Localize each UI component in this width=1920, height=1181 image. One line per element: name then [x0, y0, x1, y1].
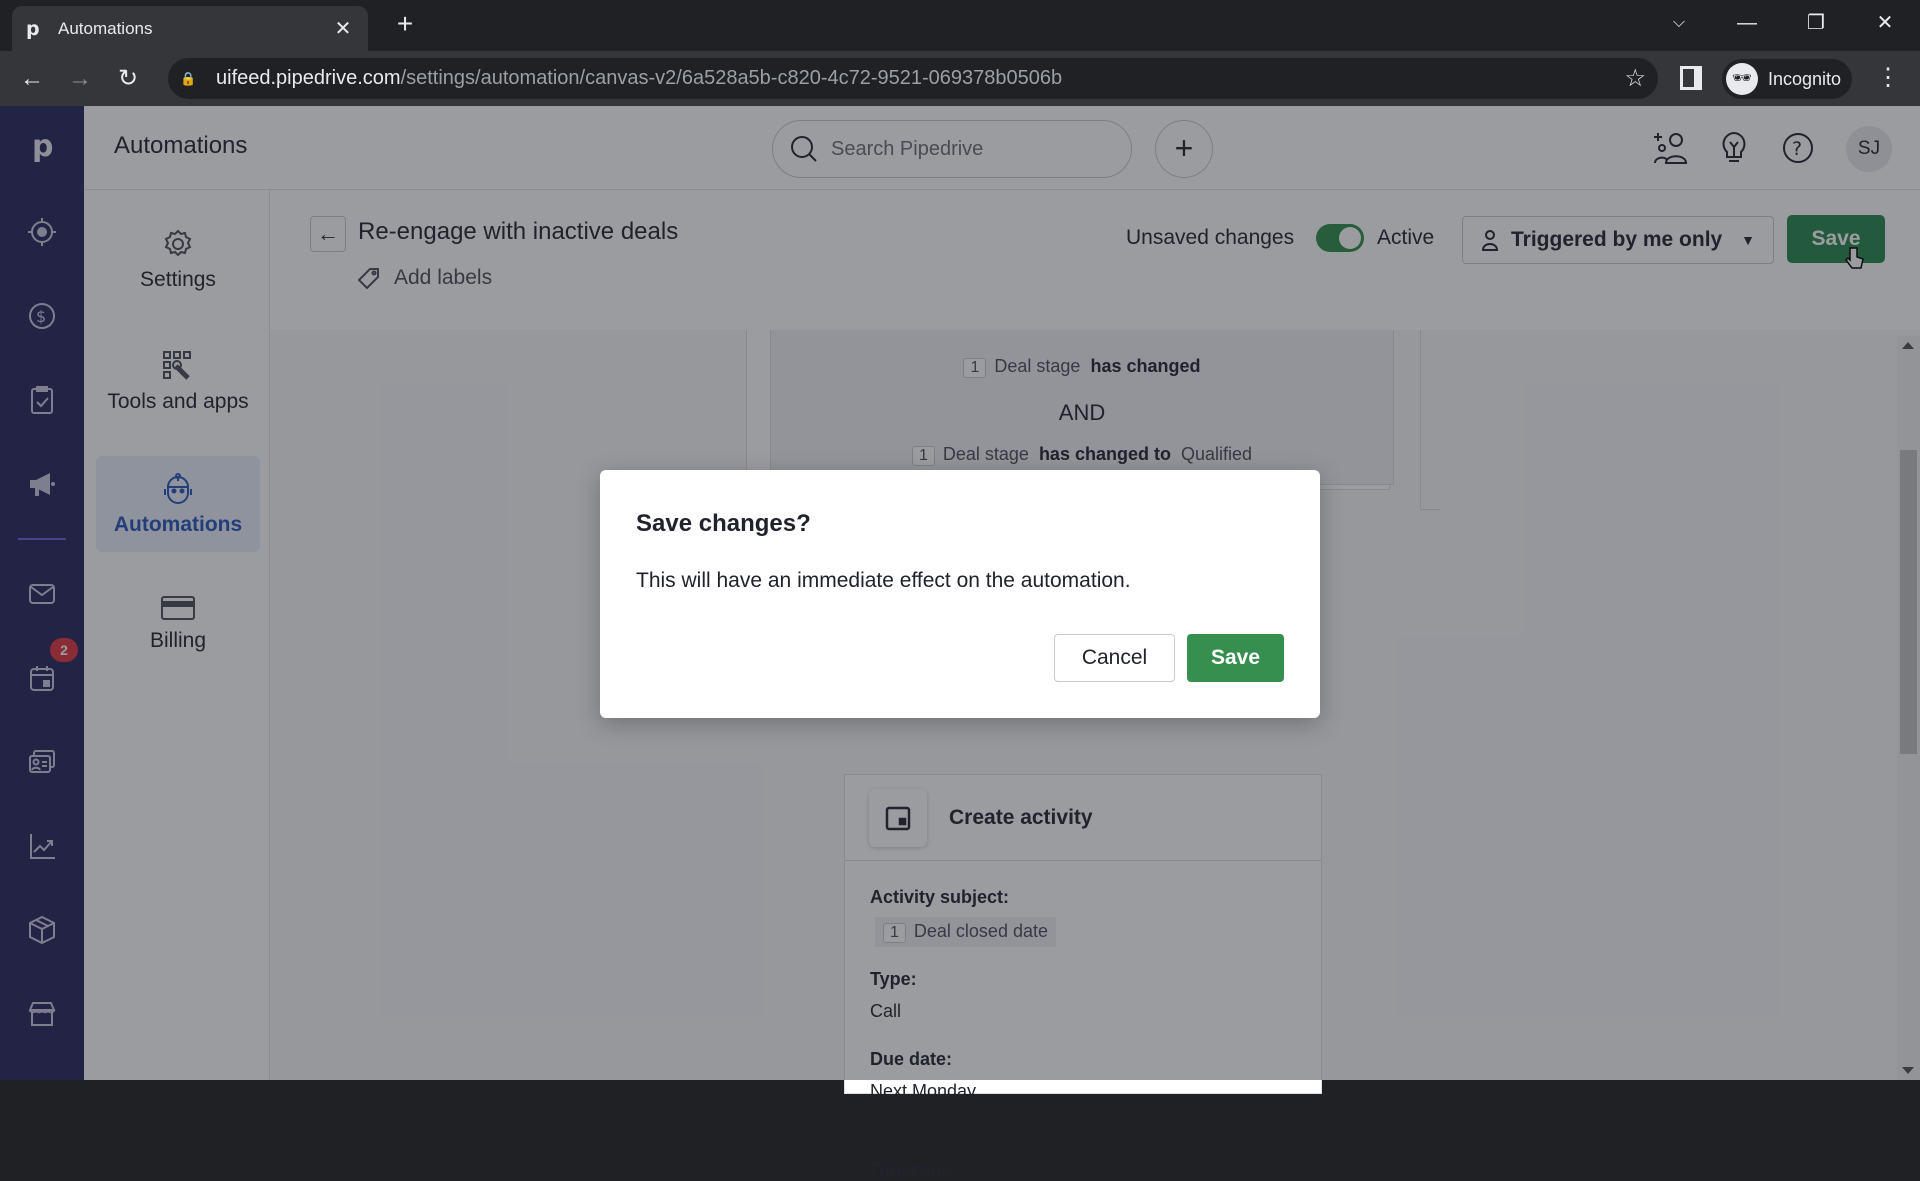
address-bar: ← → ↻ 🔒 uifeed.pipedrive.com/settings/au… [0, 51, 1920, 106]
cancel-button[interactable]: Cancel [1054, 634, 1175, 682]
new-tab-button[interactable]: + [390, 10, 420, 40]
close-tab-icon[interactable]: ✕ [332, 16, 354, 41]
bookmark-star-icon[interactable]: ☆ [1624, 64, 1646, 93]
tab-search-chevron-icon[interactable]: ⌵ [1659, 8, 1699, 38]
url-host: uifeed.pipedrive.com [216, 67, 401, 89]
side-panel-icon[interactable] [1680, 66, 1702, 90]
restore-button[interactable]: ❐ [1796, 8, 1836, 38]
incognito-profile-button[interactable]: 🕶 Incognito [1722, 59, 1852, 99]
url-path: /settings/automation/canvas-v2/6a528a5b-… [400, 67, 1063, 89]
dialog-title: Save changes? [636, 510, 811, 537]
field-label: Timezone: [869, 1160, 958, 1180]
minimize-button[interactable]: — [1727, 8, 1767, 38]
close-window-button[interactable]: ✕ [1865, 8, 1905, 38]
save-changes-dialog: Save changes? This will have an immediat… [600, 470, 1320, 718]
url-input[interactable]: 🔒 uifeed.pipedrive.com/settings/automati… [168, 58, 1658, 99]
back-button[interactable]: ← [16, 63, 48, 95]
profile-label: Incognito [1768, 68, 1842, 89]
confirm-save-button[interactable]: Save [1187, 634, 1284, 682]
browser-tab[interactable]: p Automations ✕ [12, 6, 368, 51]
reload-button[interactable]: ↻ [112, 63, 144, 95]
field-value: Next Monday [870, 1081, 977, 1101]
browser-menu-icon[interactable]: ⋮ [1876, 63, 1900, 93]
incognito-icon: 🕶 [1726, 63, 1758, 95]
tab-title: Automations [58, 18, 153, 38]
lock-icon[interactable]: 🔒 [180, 71, 196, 87]
dialog-message: This will have an immediate effect on th… [636, 569, 1131, 592]
pipedrive-favicon-icon: p [26, 17, 40, 40]
browser-tab-bar: p Automations ✕ + ⌵ — ❐ ✕ [0, 0, 1920, 51]
forward-button[interactable]: → [64, 63, 96, 95]
